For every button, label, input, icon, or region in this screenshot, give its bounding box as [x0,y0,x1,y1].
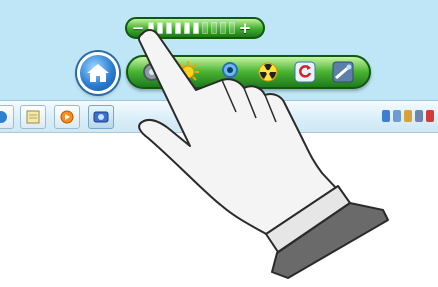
pointing-hand-illustration [137,29,389,279]
hand-icon [137,29,337,236]
